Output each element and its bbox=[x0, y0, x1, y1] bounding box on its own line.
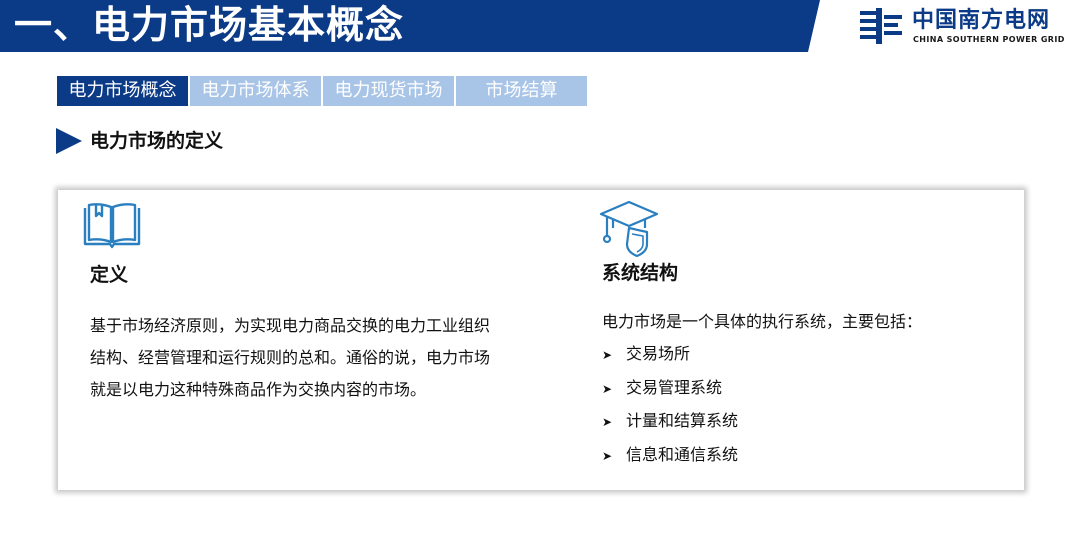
system-intro: 电力市场是一个具体的执行系统，主要包括： bbox=[602, 312, 923, 331]
logo-name-en: CHINA SOUTHERN POWER GRID bbox=[913, 35, 1065, 44]
tab-market-settlement[interactable]: 市场结算 bbox=[456, 76, 587, 106]
graduation-cap-shield-icon bbox=[599, 200, 659, 258]
list-item-label: 交易场所 bbox=[626, 344, 691, 363]
tab-electricity-market-system[interactable]: 电力市场体系 bbox=[190, 76, 321, 106]
definition-heading: 定义 bbox=[90, 264, 129, 286]
definition-column: 定义 基于市场经济原则，为实现电力商品交换的电力工业组织结构、经营管理和运行规则… bbox=[82, 202, 522, 406]
definition-text: 基于市场经济原则，为实现电力商品交换的电力工业组织结构、经营管理和运行规则的总和… bbox=[90, 316, 491, 399]
tab-spot-market[interactable]: 电力现货市场 bbox=[323, 76, 454, 106]
tab-electricity-market-concept[interactable]: 电力市场概念 bbox=[57, 76, 188, 106]
triangle-right-icon bbox=[56, 128, 82, 154]
page-title: 一、电力市场基本概念 bbox=[14, 3, 405, 47]
book-icon bbox=[83, 203, 141, 249]
arrow-bullet-icon: ➤ bbox=[602, 415, 613, 429]
arrow-bullet-icon: ➤ bbox=[602, 381, 613, 396]
power-grid-logo-icon bbox=[860, 8, 902, 44]
tab-bar: 电力市场概念 电力市场体系 电力现货市场 市场结算 bbox=[57, 76, 587, 106]
logo-name-cn: 中国南方电网 bbox=[912, 8, 1051, 33]
list-item: ➤ 交易管理系统 bbox=[602, 372, 999, 406]
list-item-label: 交易管理系统 bbox=[626, 377, 723, 397]
list-item-label: 计量和结算系统 bbox=[626, 411, 739, 430]
list-item: ➤ 交易场所 bbox=[602, 338, 999, 372]
content-card: 定义 基于市场经济原则，为实现电力商品交换的电力工业组织结构、经营管理和运行规则… bbox=[58, 190, 1024, 490]
system-column: 系统结构 电力市场是一个具体的执行系统，主要包括： ➤ 交易场所 ➤ 交易管理系统 … bbox=[599, 198, 999, 472]
section-title: 电力市场的定义 bbox=[90, 130, 224, 152]
system-list: ➤ 交易场所 ➤ 交易管理系统 ➤ 计量和结算系统 ➤ 信息和通信系统 bbox=[599, 338, 999, 472]
company-logo: 中国南方电网 CHINA SOUTHERN POWER GRID bbox=[856, 8, 1072, 46]
list-item-label: 信息和通信系统 bbox=[626, 444, 739, 464]
list-item: ➤ 计量和结算系统 bbox=[602, 405, 999, 439]
arrow-bullet-icon: ➤ bbox=[602, 448, 613, 463]
system-heading: 系统结构 bbox=[602, 262, 679, 284]
list-item: ➤ 信息和通信系统 bbox=[602, 439, 999, 473]
arrow-bullet-icon: ➤ bbox=[602, 348, 613, 362]
